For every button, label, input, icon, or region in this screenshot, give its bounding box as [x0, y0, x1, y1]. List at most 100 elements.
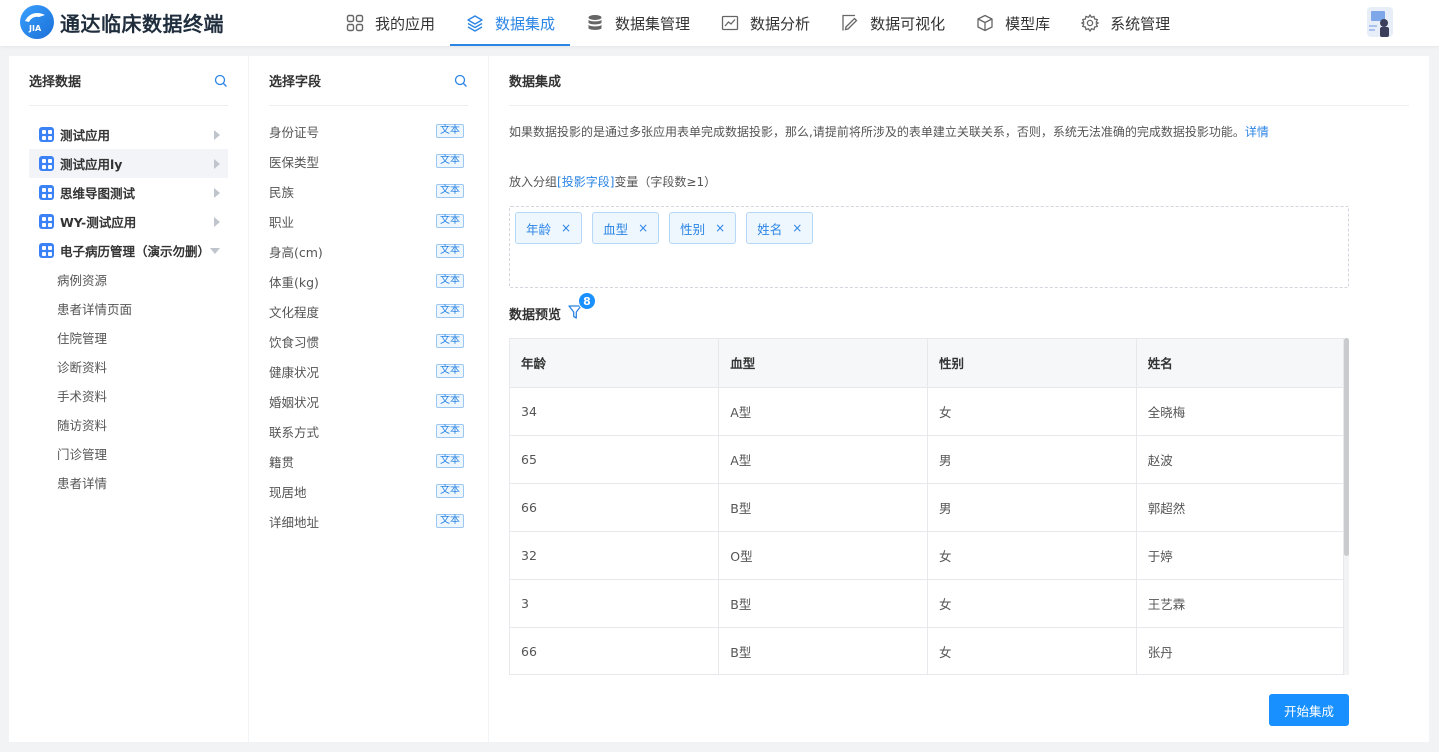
tree-item-app[interactable]: WY-测试应用 — [29, 207, 228, 236]
table-row: 32 O型 女 于婷 — [510, 531, 1343, 580]
field-item[interactable]: 民族 文本 — [269, 176, 464, 206]
field-item[interactable]: 职业 文本 — [269, 206, 464, 236]
details-link[interactable]: 详情 — [1245, 125, 1269, 139]
field-name: 体重(kg) — [269, 274, 319, 290]
chip-label: 年龄 — [526, 221, 552, 237]
nav-system-management[interactable]: 系统管理 — [1065, 0, 1185, 46]
cube-icon — [977, 14, 993, 32]
tree-sub-item[interactable]: 病例资源 — [29, 265, 228, 294]
field-type-tag: 文本 — [436, 394, 464, 408]
app-icon — [39, 185, 54, 200]
field-chip[interactable]: 血型 × — [592, 212, 660, 244]
field-item[interactable]: 文化程度 文本 — [269, 296, 464, 326]
tree-item-app[interactable]: 测试应用 — [29, 120, 228, 149]
close-icon[interactable]: × — [561, 221, 571, 235]
field-type-tag: 文本 — [436, 244, 464, 258]
panel-header: 选择数据 — [29, 56, 228, 106]
table-cell: A型 — [718, 435, 928, 484]
grid-icon — [346, 14, 364, 32]
line-chart-icon — [721, 15, 739, 31]
table-cell: 郭超然 — [1136, 483, 1343, 532]
tree-item-app[interactable]: 测试应用ly — [29, 149, 228, 178]
tree-sub-item[interactable]: 门诊管理 — [29, 439, 228, 468]
field-type-tag: 文本 — [436, 214, 464, 228]
field-name: 籍贯 — [269, 454, 295, 470]
field-name: 文化程度 — [269, 304, 320, 320]
nav-label: 数据可视化 — [870, 14, 946, 33]
var-suffix: 变量（字段数≥1） — [614, 175, 717, 189]
preview-table-container[interactable]: 年龄 血型 性别 姓名 34 A型 女 全晓梅 65 A型 男 赵波 66 B型… — [509, 338, 1344, 675]
field-drop-zone[interactable]: 年龄 × 血型 × 性别 × 姓名 × — [509, 206, 1349, 288]
table-scrollbar[interactable] — [1344, 338, 1349, 675]
field-item[interactable]: 医保类型 文本 — [269, 146, 464, 176]
tree-item-label: WY-测试应用 — [60, 215, 137, 230]
field-chip[interactable]: 姓名 × — [746, 212, 814, 244]
nav-label: 系统管理 — [1110, 14, 1171, 33]
info-text: 如果数据投影的是通过多张应用表单完成数据投影，那么,请提前将所涉及的表单建立关联… — [509, 123, 1269, 140]
tree-sub-item[interactable]: 手术资料 — [29, 381, 228, 410]
tree-item-app[interactable]: 电子病历管理（演示勿删） — [29, 236, 228, 265]
preview-table: 年龄 血型 性别 姓名 34 A型 女 全晓梅 65 A型 男 赵波 66 B型… — [510, 339, 1343, 674]
field-item[interactable]: 饮食习惯 文本 — [269, 326, 464, 356]
table-cell: 66 — [510, 627, 720, 674]
field-chip[interactable]: 性别 × — [669, 212, 737, 244]
app-title: 通达临床数据终端 — [60, 11, 224, 36]
scrollbar-thumb[interactable] — [1344, 338, 1349, 556]
app-tree: 测试应用 测试应用ly 思维导图测试 WY-测试应用 电子病历管理（演示勿删） … — [29, 120, 228, 497]
field-chip[interactable]: 年龄 × — [515, 212, 583, 244]
nav-data-analysis[interactable]: 数据分析 — [705, 0, 825, 46]
search-icon[interactable] — [454, 74, 468, 88]
caret-right-icon[interactable] — [214, 216, 220, 227]
caret-right-icon[interactable] — [214, 187, 220, 198]
nav-model-library[interactable]: 模型库 — [960, 0, 1065, 46]
caret-right-icon[interactable] — [214, 158, 220, 169]
caret-down-icon[interactable] — [210, 247, 220, 254]
tree-sub-item[interactable]: 诊断资料 — [29, 352, 228, 381]
field-list: 身份证号 文本 医保类型 文本 民族 文本 职业 文本 身高(cm) 文本 体重(kg) 文… — [269, 116, 464, 536]
close-icon[interactable]: × — [638, 221, 648, 235]
field-item[interactable]: 身高(cm) 文本 — [269, 236, 464, 266]
nav-data-integration[interactable]: 数据集成 — [450, 0, 571, 46]
tree-item-label: 测试应用 — [60, 128, 111, 143]
app-logo[interactable]: JIA 通达临床数据终端 — [20, 5, 224, 39]
tree-sub-item[interactable]: 住院管理 — [29, 323, 228, 352]
nav-data-visualization[interactable]: 数据可视化 — [825, 0, 960, 46]
table-cell: 女 — [927, 531, 1137, 580]
tree-sub-item[interactable]: 患者详情页面 — [29, 294, 228, 323]
tree-sub-item[interactable]: 随访资料 — [29, 410, 228, 439]
field-item[interactable]: 健康状况 文本 — [269, 356, 464, 386]
table-cell: B型 — [718, 579, 928, 628]
field-item[interactable]: 现居地 文本 — [269, 476, 464, 506]
table-row: 66 B型 男 郭超然 — [510, 483, 1343, 532]
column-header: 姓名 — [1136, 339, 1343, 388]
projection-field-link[interactable]: [投影字段] — [557, 175, 614, 189]
table-cell: A型 — [718, 387, 928, 436]
close-icon[interactable]: × — [792, 221, 802, 235]
tree-item-app[interactable]: 思维导图测试 — [29, 178, 228, 207]
field-item[interactable]: 体重(kg) 文本 — [269, 266, 464, 296]
nav-dataset-management[interactable]: 数据集管理 — [570, 0, 705, 46]
field-item[interactable]: 联系方式 文本 — [269, 416, 464, 446]
gear-icon — [1080, 13, 1100, 33]
search-icon[interactable] — [214, 74, 228, 88]
field-name: 民族 — [269, 184, 295, 200]
table-cell: 王艺霖 — [1136, 579, 1343, 628]
start-integration-button[interactable]: 开始集成 — [1269, 694, 1349, 726]
caret-right-icon[interactable] — [214, 129, 220, 140]
nav-label: 数据集管理 — [615, 14, 691, 33]
field-item[interactable]: 身份证号 文本 — [269, 116, 464, 146]
user-avatar[interactable] — [1363, 3, 1397, 41]
table-cell: O型 — [718, 531, 928, 580]
close-icon[interactable]: × — [715, 221, 725, 235]
field-item[interactable]: 婚姻状况 文本 — [269, 386, 464, 416]
field-name: 健康状况 — [269, 364, 320, 380]
field-item[interactable]: 详细地址 文本 — [269, 506, 464, 536]
var-prefix: 放入分组 — [509, 175, 558, 189]
field-item[interactable]: 籍贯 文本 — [269, 446, 464, 476]
field-name: 现居地 — [269, 484, 307, 500]
field-type-tag: 文本 — [436, 424, 464, 438]
table-cell: B型 — [718, 627, 928, 674]
nav-my-apps[interactable]: 我的应用 — [330, 0, 450, 46]
nav-label: 数据分析 — [750, 14, 811, 33]
tree-sub-item[interactable]: 患者详情 — [29, 468, 228, 497]
